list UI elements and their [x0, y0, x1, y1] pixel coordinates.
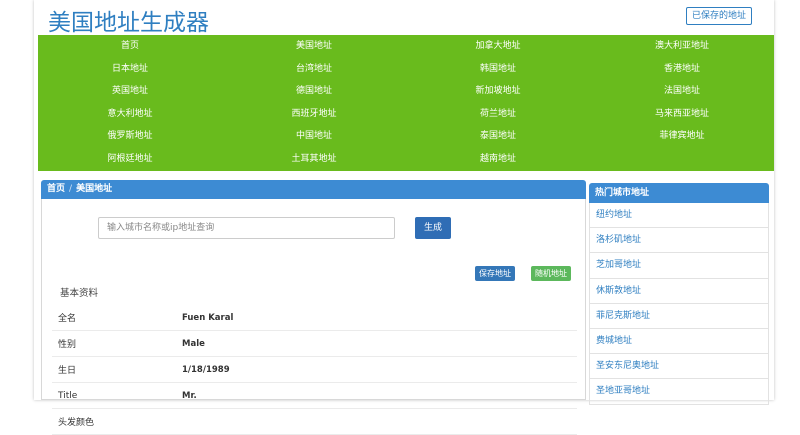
nav-item[interactable]: 首页: [38, 35, 222, 58]
nav-item[interactable]: 加拿大地址: [406, 35, 590, 58]
breadcrumb-home-link[interactable]: 首页: [47, 184, 65, 194]
nav-item[interactable]: 越南地址: [406, 148, 590, 171]
breadcrumb: 首页 / 美国地址: [41, 180, 586, 199]
nav-item[interactable]: 马来西亚地址: [590, 103, 774, 126]
info-label: 性别: [58, 340, 77, 350]
info-value: Male: [182, 338, 205, 349]
search-input[interactable]: [98, 217, 395, 239]
info-row: 生日 1/18/1989: [52, 357, 577, 383]
nav-item[interactable]: 菲律宾地址: [590, 125, 774, 148]
save-address-button[interactable]: 保存地址: [475, 266, 515, 281]
city-link[interactable]: 芝加哥地址: [589, 253, 769, 279]
city-link[interactable]: 菲尼克斯地址: [589, 303, 769, 329]
nav-item[interactable]: 德国地址: [222, 80, 406, 103]
city-link[interactable]: 休斯敦地址: [589, 278, 769, 304]
sidebar-title: 热门城市地址: [589, 183, 769, 203]
city-list: 纽约地址 洛杉矶地址 芝加哥地址 休斯敦地址 菲尼克斯地址 费城地址 圣安东尼奥地址 圣地亚哥…: [589, 203, 769, 405]
nav-item[interactable]: 香港地址: [590, 58, 774, 81]
nav-item[interactable]: 泰国地址: [406, 125, 590, 148]
info-value: Fuen Karal: [182, 312, 234, 323]
info-label: Title: [58, 390, 78, 401]
nav-item[interactable]: 英国地址: [38, 80, 222, 103]
info-label: 全名: [58, 314, 77, 324]
info-label: 头发颜色: [58, 418, 95, 428]
nav-item[interactable]: 新加坡地址: [406, 80, 590, 103]
basic-info-table: 全名 Fuen Karal 性别 Male 生日 1/18/1989 Title Mr. 头发颜…: [52, 305, 577, 435]
main-panel: 首页 /美国地址 生成 保存地址 随机地址 基本资料 全名 Fuen Karal 性别…: [41, 180, 586, 435]
nav-item[interactable]: 意大利地址: [38, 103, 222, 126]
random-address-button[interactable]: 随机地址: [531, 266, 571, 281]
section-title-basic-info: 基本资料: [60, 288, 99, 299]
breadcrumb-current[interactable]: 美国地址: [76, 184, 112, 194]
page-container: 美国地址生成器 已保存的地址 首页 美国地址 加拿大地址 澳大利亚地址 日本地址 台湾地址…: [34, 0, 774, 435]
saved-addresses-link[interactable]: 已保存的地址: [685, 7, 752, 25]
nav-item[interactable]: 荷兰地址: [406, 103, 590, 126]
nav-item[interactable]: 澳大利亚地址: [590, 35, 774, 58]
info-row: Title Mr.: [52, 383, 577, 409]
nav-item[interactable]: 俄罗斯地址: [38, 125, 222, 148]
city-link[interactable]: 洛杉矶地址: [589, 228, 769, 254]
nav-item[interactable]: 土耳其地址: [222, 148, 406, 171]
nav-item[interactable]: 西班牙地址: [222, 103, 406, 126]
site-title[interactable]: 美国地址生成器: [48, 3, 209, 37]
nav-item[interactable]: 法国地址: [590, 80, 774, 103]
info-row: 全名 Fuen Karal: [52, 305, 577, 331]
nav-item[interactable]: 韩国地址: [406, 58, 590, 81]
info-row: 性别 Male: [52, 331, 577, 357]
generate-button[interactable]: 生成: [415, 217, 451, 239]
breadcrumb-separator: /: [69, 184, 73, 194]
country-nav: 首页 美国地址 加拿大地址 澳大利亚地址日本地址 台湾地址 韩国地址 香港地址英国地址 德国地…: [38, 35, 774, 171]
popular-cities-sidebar: 热门城市地址 纽约地址 洛杉矶地址 芝加哥地址 休斯敦地址 菲尼克斯地址 费城地址 圣安东尼…: [589, 183, 769, 405]
nav-item[interactable]: 阿根廷地址: [38, 148, 222, 171]
nav-item[interactable]: 日本地址: [38, 58, 222, 81]
city-link[interactable]: 费城地址: [589, 328, 769, 355]
info-row: 头发颜色: [52, 409, 577, 435]
city-link[interactable]: 圣安东尼奥地址: [589, 354, 769, 380]
city-link[interactable]: 纽约地址: [589, 203, 769, 229]
info-value: 1/18/1989: [182, 364, 230, 375]
city-link[interactable]: 圣地亚哥地址: [589, 379, 769, 405]
info-value: Mr.: [182, 390, 197, 401]
nav-item[interactable]: 美国地址: [222, 35, 406, 58]
info-label: 生日: [58, 366, 77, 376]
nav-item[interactable]: 中国地址: [222, 125, 406, 148]
nav-item[interactable]: 台湾地址: [222, 58, 406, 81]
main-body: 生成 保存地址 随机地址 基本资料 全名 Fuen Karal 性别 Male 生日 1/…: [41, 199, 586, 435]
site-header: 美国地址生成器 已保存的地址: [34, 0, 774, 37]
